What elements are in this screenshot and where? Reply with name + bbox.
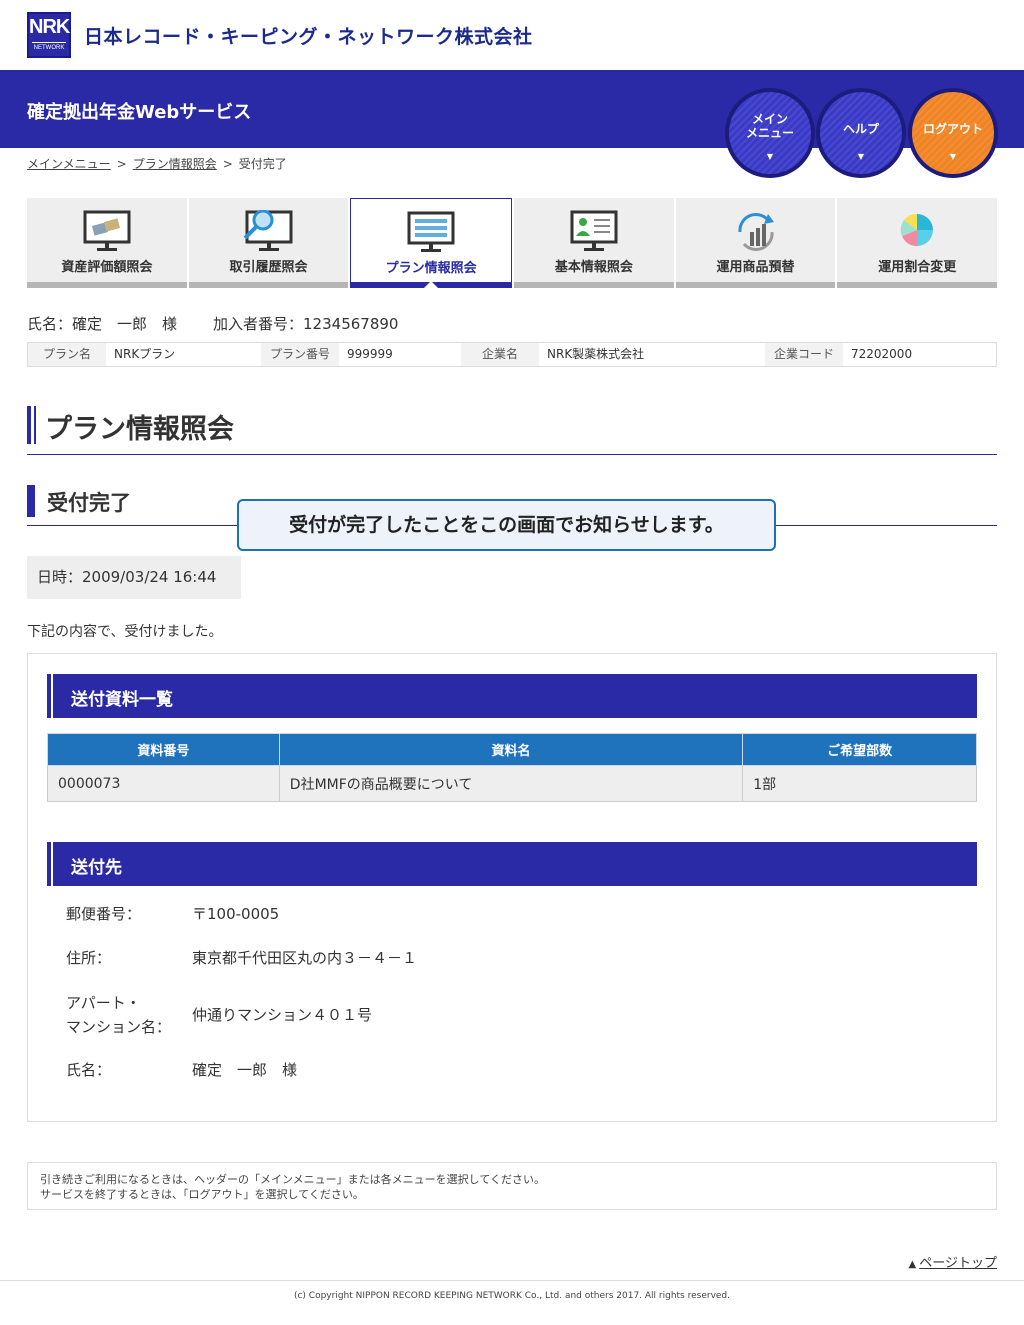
subtitle-accent-bar	[27, 485, 35, 517]
destination-section-header: 送付先	[47, 842, 977, 886]
down-arrow-icon: ▼	[949, 152, 957, 161]
section-accent	[47, 674, 53, 718]
plan-name-key: プラン名	[28, 343, 106, 366]
building-key-line2: マンション名：	[66, 1018, 172, 1036]
tab-label: 資産評価額照会	[61, 260, 153, 275]
pagetop-link-wrap: ▲ ページトップ	[909, 1252, 997, 1271]
user-info: 氏名：確定 一郎 様 加入者番号：1234567890	[27, 313, 398, 334]
plan-number-key: プラン番号	[261, 343, 339, 366]
user-name: 氏名：確定 一郎 様	[27, 315, 178, 333]
monitor-list-icon	[407, 211, 455, 252]
postal-value: 〒100-0005	[192, 905, 280, 923]
content-box: 送付資料一覧 資料番号 資料名 ご希望部数 0000073 D社MMFの商品概要…	[27, 653, 997, 1122]
completion-callout: 受付が完了したことをこの画面でお知らせします。	[237, 499, 776, 551]
service-title: 確定拠出年金Webサービス	[27, 102, 252, 123]
col-doc-number: 資料番号	[47, 733, 280, 766]
tab-label: 運用割合変更	[878, 260, 957, 275]
plan-name-value: NRKプラン	[114, 347, 176, 361]
logo-subtext: NETWORK	[32, 42, 66, 52]
tab-plan-info[interactable]: プラン情報照会	[350, 198, 513, 288]
company-name: 日本レコード・キーピング・ネットワーク株式会社	[84, 26, 533, 48]
service-header: 確定拠出年金Webサービス メイン メニュー ▼ ヘルプ ▼ ログアウト ▼	[0, 70, 1024, 174]
tab-transaction-history[interactable]: 取引履歴照会	[188, 198, 349, 288]
pagetop-link[interactable]: ページトップ	[919, 1256, 997, 1271]
refresh-chart-icon	[738, 213, 774, 251]
company-code-key: 企業コード	[765, 343, 843, 366]
building-value: 仲通りマンション４０１号	[192, 1006, 373, 1024]
main-tabs: 資産評価額照会 取引履歴照会 プラン情報照会 基本情報照会 運用商品預替 運用割…	[27, 198, 998, 288]
destination-section-title: 送付先	[71, 858, 122, 878]
company-key: 企業名	[461, 343, 539, 366]
help-label: ヘルプ	[842, 122, 879, 136]
address-key: 住所：	[66, 949, 112, 967]
name-value: 確定 一郎 様	[192, 1061, 298, 1079]
col-doc-name: 資料名	[278, 733, 744, 766]
help-button[interactable]: ヘルプ ▼	[820, 92, 902, 174]
breadcrumb-current: 受付完了	[238, 157, 287, 171]
documents-table: 資料番号 資料名 ご希望部数 0000073 D社MMFの商品概要について 1部	[47, 733, 977, 802]
monitor-person-icon	[570, 210, 618, 251]
tab-label: 基本情報照会	[554, 260, 633, 275]
name-key: 氏名：	[66, 1061, 112, 1079]
doc-name-cell: D社MMFの商品概要について	[278, 765, 744, 802]
page-subtitle: 受付完了	[47, 491, 131, 515]
usage-note-line1: 引き続きご利用になるときは、ヘッダーの「メインメニュー」または各メニューを選択し…	[40, 1173, 546, 1186]
plan-number-value: 999999	[347, 347, 393, 361]
tab-product-switch[interactable]: 運用商品預替	[675, 198, 836, 288]
notice-text: 下記の内容で、受付けました。	[27, 624, 223, 640]
page-title: プラン情報照会	[45, 414, 234, 445]
page-title-block: プラン情報照会	[27, 406, 997, 455]
title-accent-bar	[27, 406, 31, 444]
top-bar: NRK NETWORK 日本レコード・キーピング・ネットワーク株式会社	[0, 0, 1024, 70]
breadcrumb-plan-info[interactable]: プラン情報照会	[133, 157, 217, 171]
building-key: アパート・ マンション名：	[66, 991, 186, 1039]
logo-text: NRK	[29, 16, 70, 38]
breadcrumb: メインメニュー > プラン情報照会 > 受付完了	[27, 155, 287, 172]
active-tab-caret	[424, 281, 439, 288]
monitor-money-icon	[83, 210, 131, 251]
table-row: 0000073 D社MMFの商品概要について 1部	[47, 765, 977, 802]
breadcrumb-separator: >	[116, 157, 127, 171]
datetime-box: 日時：2009/03/24 16:44	[27, 556, 241, 599]
copyright: (c) Copyright NIPPON RECORD KEEPING NETW…	[293, 1291, 731, 1301]
usage-note-line2: サービスを終了するときは、「ログアウト」を選択してください。	[40, 1188, 364, 1201]
nrk-logo[interactable]: NRK NETWORK	[27, 12, 71, 58]
title-accent-bar	[34, 406, 36, 444]
main-menu-label: メイン メニュー	[745, 112, 794, 140]
copies-cell: 1部	[742, 765, 977, 802]
address-value: 東京都千代田区丸の内３－４－１	[192, 949, 418, 967]
tab-label: プラン情報照会	[385, 261, 477, 276]
tab-label: 取引履歴照会	[229, 260, 308, 275]
pie-chart-icon	[900, 213, 934, 247]
tab-basic-info[interactable]: 基本情報照会	[514, 198, 674, 288]
company-code-value: 72202000	[851, 347, 913, 361]
monitor-magnifier-icon	[243, 210, 292, 251]
col-copies: ご希望部数	[742, 733, 977, 766]
doc-number-cell: 0000073	[47, 765, 280, 802]
footer-divider	[0, 1280, 1024, 1281]
logout-button[interactable]: ログアウト ▼	[912, 92, 994, 174]
postal-key: 郵便番号：	[66, 905, 142, 923]
company-value: NRK製薬株式会社	[547, 347, 645, 361]
documents-section-title: 送付資料一覧	[71, 690, 173, 710]
breadcrumb-main-menu[interactable]: メインメニュー	[27, 157, 111, 171]
breadcrumb-separator: >	[222, 157, 233, 171]
tab-label: 運用商品預替	[716, 260, 795, 275]
plan-info-table: プラン名 NRKプラン プラン番号 999999 企業名 NRK製薬株式会社 企…	[27, 342, 997, 367]
down-arrow-icon: ▼	[857, 152, 865, 161]
down-arrow-icon: ▼	[766, 152, 774, 161]
usage-note: 引き続きご利用になるときは、ヘッダーの「メインメニュー」または各メニューを選択し…	[27, 1162, 997, 1210]
logout-label: ログアウト	[922, 122, 983, 136]
documents-section-header: 送付資料一覧	[47, 674, 977, 718]
main-menu-button[interactable]: メイン メニュー ▼	[729, 92, 811, 174]
tab-asset-valuation[interactable]: 資産評価額照会	[27, 198, 187, 288]
up-triangle-icon: ▲	[908, 1259, 917, 1270]
building-key-line1: アパート・	[66, 994, 141, 1012]
table-header-row: 資料番号 資料名 ご希望部数	[47, 733, 977, 766]
tab-allocation-change[interactable]: 運用割合変更	[837, 198, 998, 288]
member-number: 加入者番号：1234567890	[213, 315, 399, 333]
section-accent	[47, 842, 53, 886]
